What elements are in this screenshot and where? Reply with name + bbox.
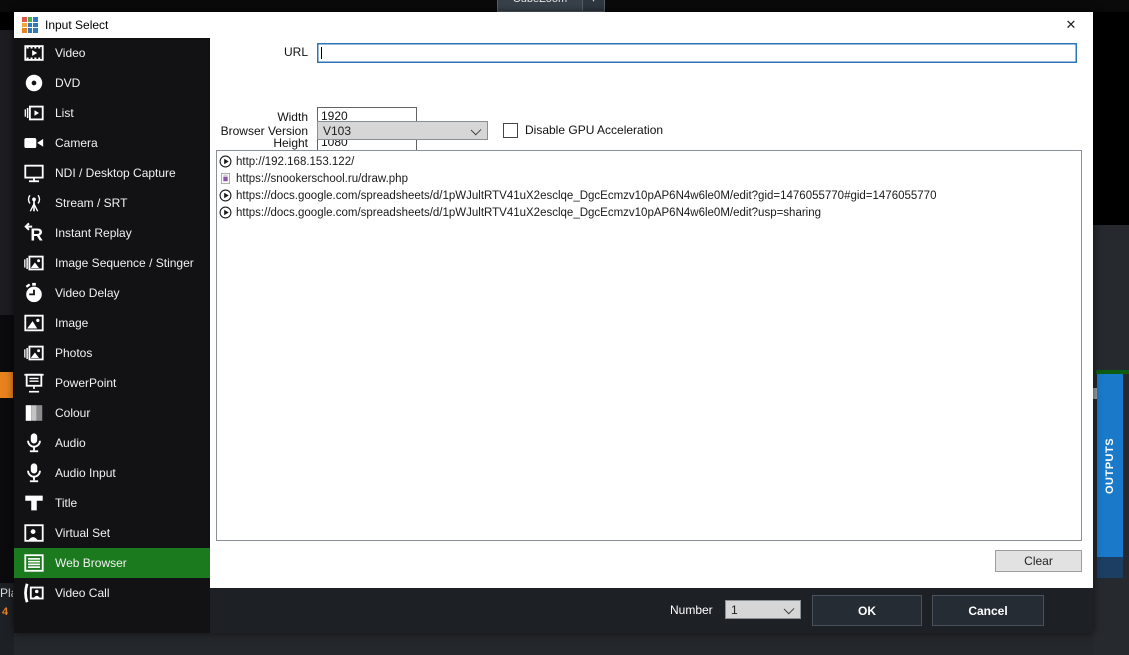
vmix-logo-icon <box>22 17 38 33</box>
background-partial-number: 4 <box>2 606 9 618</box>
play-circle-icon <box>219 189 233 203</box>
number-select[interactable]: 1 <box>725 600 801 619</box>
dialog-footer: Number 1 OK Cancel <box>210 588 1093 633</box>
background-topbar: CubeZoom ▾ <box>0 0 1129 12</box>
chevron-down-icon: ▾ <box>591 0 596 4</box>
browser-version-value: V103 <box>323 123 352 138</box>
browser-version-label: Browser Version <box>220 124 308 138</box>
sidebar-item-powerpoint[interactable]: PowerPoint <box>14 368 210 398</box>
sidebar-item-ndi-desktop-capture[interactable]: NDI / Desktop Capture <box>14 158 210 188</box>
sidebar-item-audio[interactable]: Audio <box>14 428 210 458</box>
sidebar-item-video[interactable]: Video <box>14 38 210 68</box>
background-partial-label: Pla <box>0 586 13 600</box>
number-value: 1 <box>731 602 738 617</box>
video-call-icon <box>21 582 46 604</box>
photo-stack-icon <box>21 252 46 274</box>
svg-text:R: R <box>30 224 43 244</box>
title-icon <box>21 492 46 514</box>
screen: CubeZoom ▾ Pla 4 OUTPUTS Input Select ✕ … <box>0 0 1129 655</box>
history-item[interactable]: https://docs.google.com/spreadsheets/d/1… <box>217 187 1081 204</box>
sidebar-item-title[interactable]: Title <box>14 488 210 518</box>
sidebar-item-dvd[interactable]: DVD <box>14 68 210 98</box>
sidebar-item-colour[interactable]: Colour <box>14 398 210 428</box>
background-left-strip <box>0 30 14 315</box>
close-icon[interactable]: ✕ <box>1057 15 1085 35</box>
stopwatch-icon <box>21 282 46 304</box>
input-type-sidebar: Video DVD List Camera NDI / Desktop Capt… <box>14 38 210 633</box>
background-left-strip-dark <box>0 315 14 583</box>
url-label: URL <box>283 45 308 59</box>
sidebar-item-video-delay[interactable]: Video Delay <box>14 278 210 308</box>
sidebar-item-image[interactable]: Image <box>14 308 210 338</box>
sidebar-item-stream-srt[interactable]: Stream / SRT <box>14 188 210 218</box>
number-label: Number <box>670 603 713 617</box>
width-label: Width <box>277 110 308 124</box>
page-icon <box>219 172 233 186</box>
list-stack-icon <box>21 102 46 124</box>
sidebar-item-web-browser[interactable]: Web Browser <box>14 548 210 578</box>
url-input[interactable] <box>317 43 1077 63</box>
cancel-button[interactable]: Cancel <box>932 595 1044 626</box>
outputs-tab-footer <box>1097 557 1123 578</box>
dialog-title: Input Select <box>45 18 109 32</box>
text-caret <box>321 47 322 59</box>
outputs-tab-label: OUTPUTS <box>1104 437 1116 494</box>
monitor-icon <box>21 162 46 184</box>
browser-lines-icon <box>21 552 46 574</box>
history-item[interactable]: https://docs.google.com/spreadsheets/d/1… <box>217 204 1081 221</box>
presentation-icon <box>21 372 46 394</box>
microphone-icon <box>21 462 46 484</box>
disable-gpu-label: Disable GPU Acceleration <box>525 123 664 137</box>
virtual-set-icon <box>21 522 46 544</box>
sidebar-item-image-sequence-stinger[interactable]: Image Sequence / Stinger <box>14 248 210 278</box>
photo-stack-icon <box>21 342 46 364</box>
sidebar-item-list[interactable]: List <box>14 98 210 128</box>
outputs-tab[interactable]: OUTPUTS <box>1097 374 1123 557</box>
height-label: Height <box>273 136 308 150</box>
sidebar-item-audio-input[interactable]: Audio Input <box>14 458 210 488</box>
replay-icon: R <box>21 222 46 244</box>
chevron-down-icon <box>783 603 795 615</box>
sidebar-item-camera[interactable]: Camera <box>14 128 210 158</box>
sidebar-item-video-call[interactable]: Video Call <box>14 578 210 608</box>
disc-icon <box>21 72 46 94</box>
input-select-dialog: Input Select ✕ Video DVD List Camera NDI… <box>14 12 1093 633</box>
play-circle-icon <box>219 206 233 220</box>
disable-gpu-checkbox[interactable] <box>503 123 518 138</box>
url-input-wrap <box>317 43 1077 63</box>
scrollbar-nub[interactable] <box>1093 388 1097 399</box>
clear-button[interactable]: Clear <box>995 550 1082 572</box>
dialog-titlebar[interactable]: Input Select ✕ <box>14 12 1093 38</box>
image-icon <box>21 312 46 334</box>
history-item[interactable]: http://192.168.153.122/ <box>217 153 1081 170</box>
cubezoom-dropdown-button[interactable]: ▾ <box>583 0 605 12</box>
swatch-icon <box>21 402 46 424</box>
browser-version-select[interactable]: V103 <box>317 121 488 140</box>
background-bottom-panel <box>0 633 1093 655</box>
history-item[interactable]: https://snookerschool.ru/draw.php <box>217 170 1081 187</box>
film-icon <box>21 42 46 64</box>
play-circle-icon <box>219 155 233 169</box>
url-history-list[interactable]: http://192.168.153.122/ https://snookers… <box>216 150 1082 541</box>
sidebar-item-photos[interactable]: Photos <box>14 338 210 368</box>
microphone-icon <box>21 432 46 454</box>
cubezoom-button[interactable]: CubeZoom <box>497 0 583 12</box>
background-orange-accent <box>0 372 13 398</box>
ok-button[interactable]: OK <box>812 595 922 626</box>
camera-icon <box>21 132 46 154</box>
antenna-icon <box>21 192 46 214</box>
chevron-down-icon <box>470 124 482 136</box>
sidebar-item-virtual-set[interactable]: Virtual Set <box>14 518 210 548</box>
sidebar-item-instant-replay[interactable]: R Instant Replay <box>14 218 210 248</box>
dialog-content: URL Width Height Browser Version V103 Di… <box>210 38 1093 588</box>
